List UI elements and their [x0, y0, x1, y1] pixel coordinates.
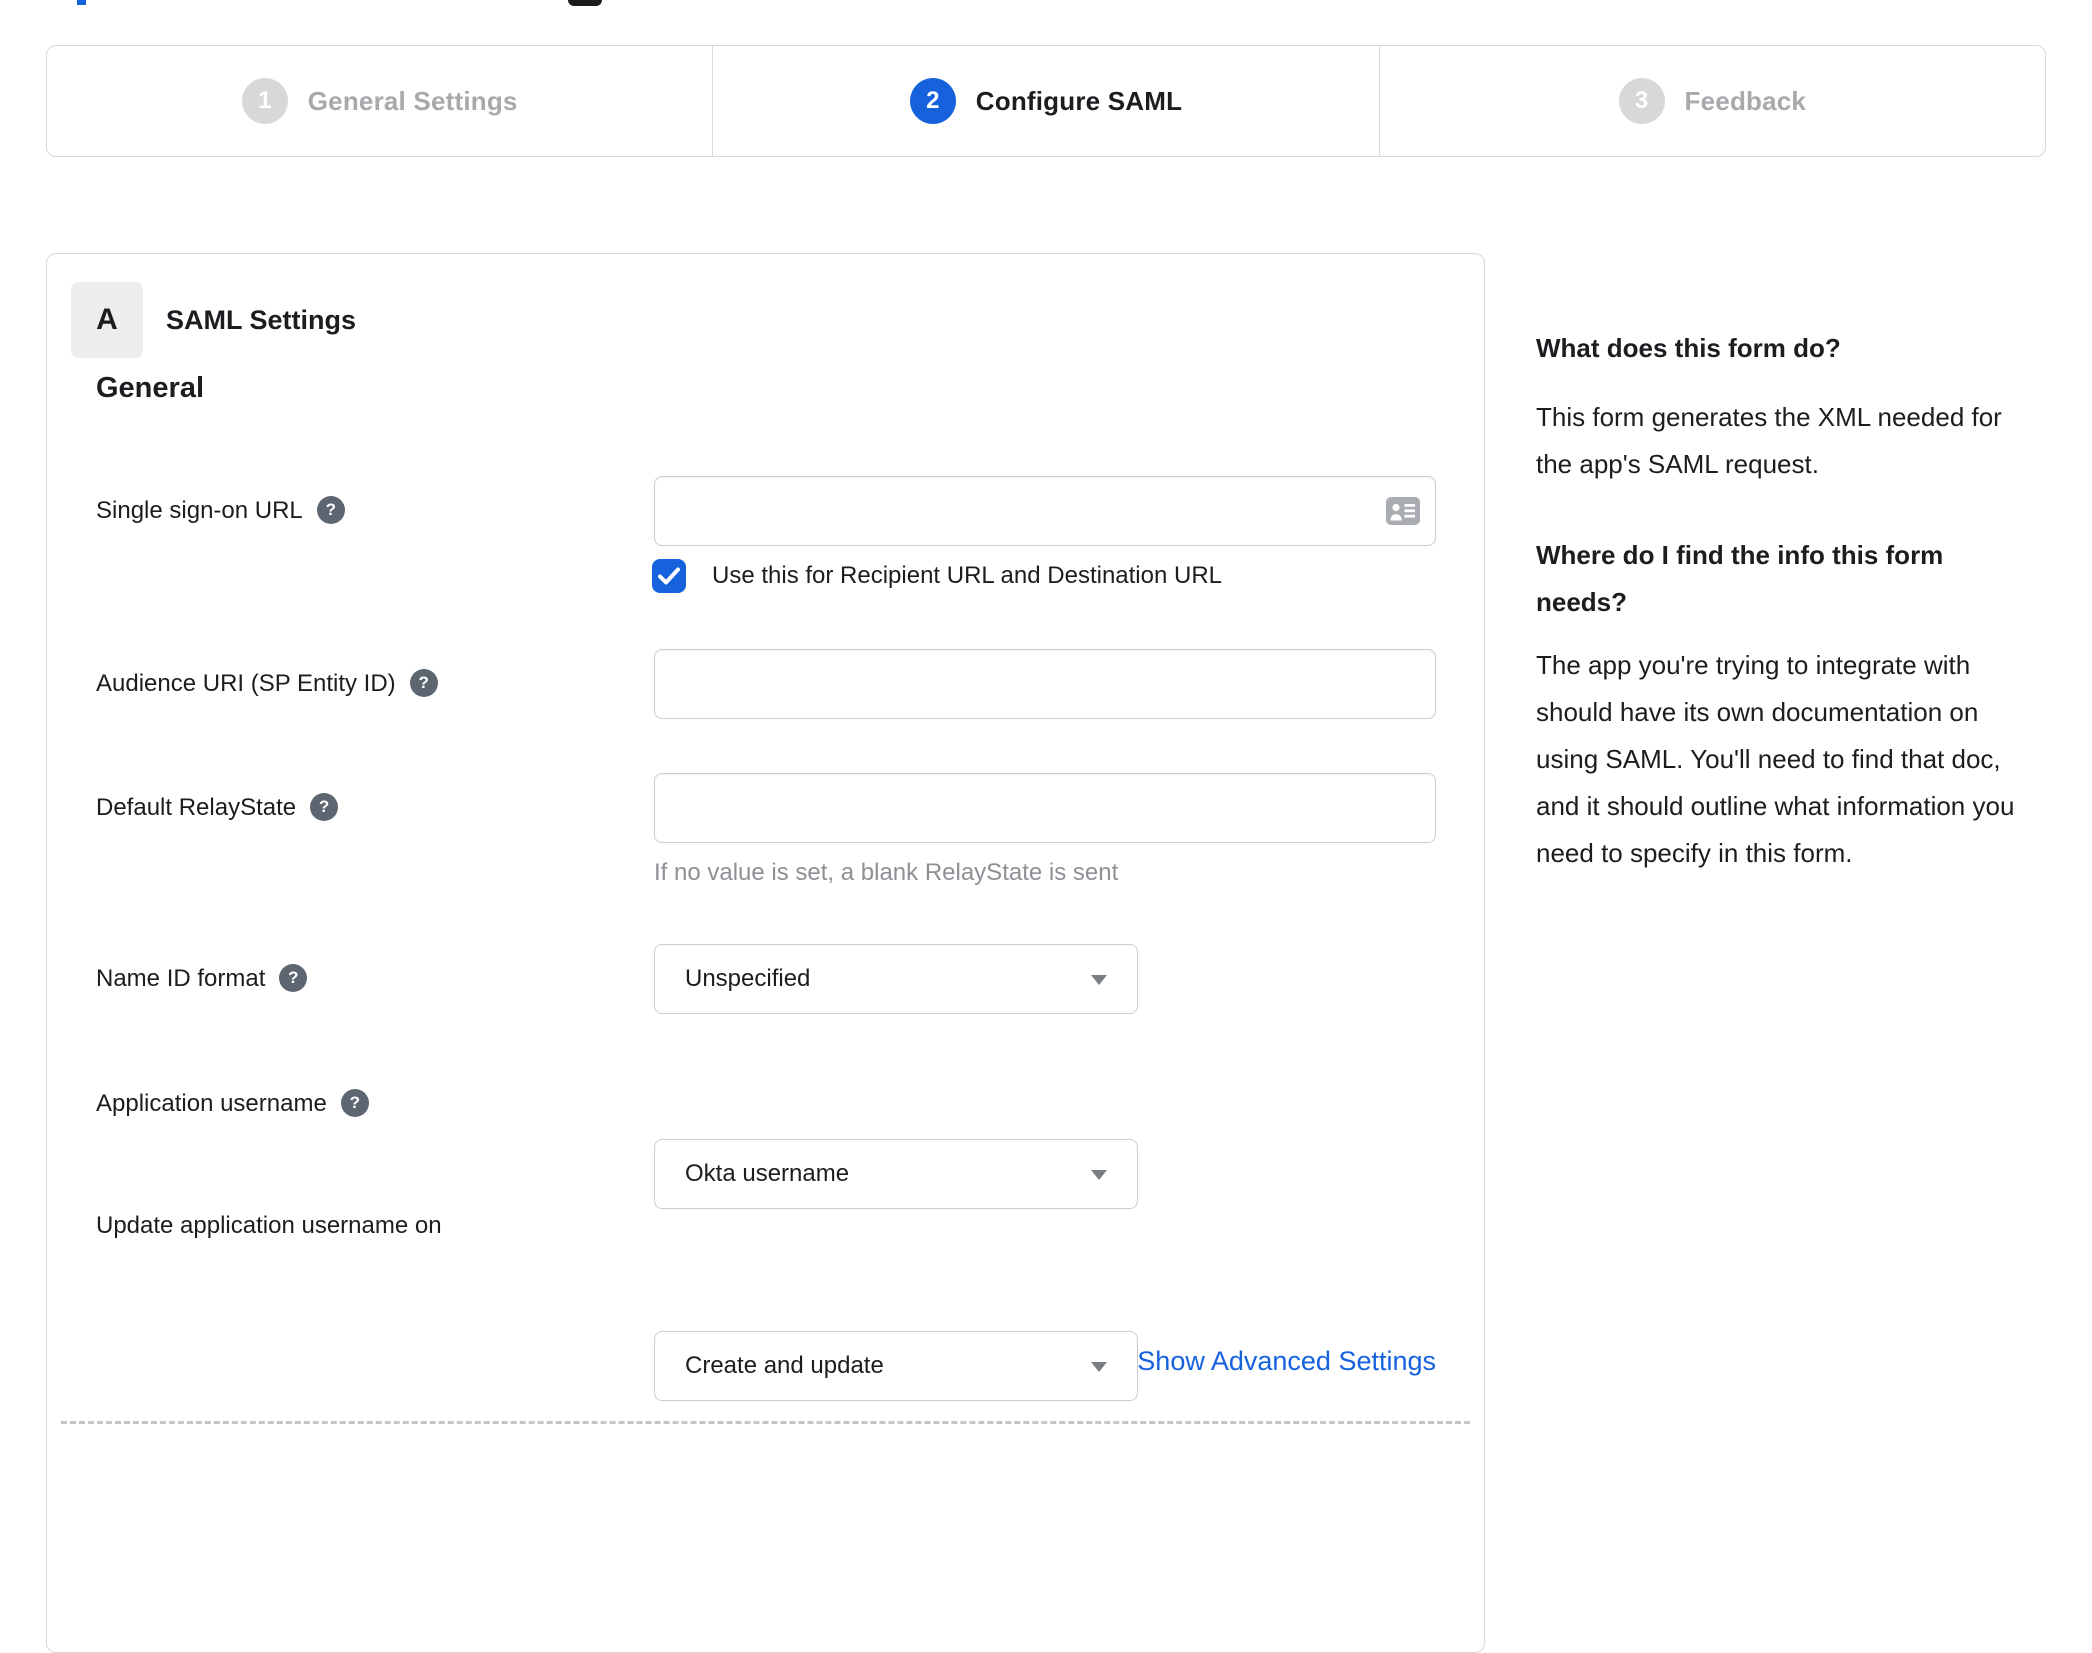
help-section-heading: What does this form do?: [1536, 333, 1841, 363]
step-label: General Settings: [307, 85, 518, 116]
sso-url-help-icon[interactable]: ?: [316, 495, 345, 524]
recipient-url-checkbox-row: Use this for Recipient URL and Destinati…: [652, 559, 1222, 593]
checkmark-icon: [658, 567, 680, 585]
step-feedback[interactable]: 3 Feedback: [1378, 46, 2045, 156]
saml-settings-panel: A SAML Settings General Single sign-on U…: [46, 253, 1485, 1653]
step-label: Configure SAML: [975, 85, 1183, 116]
panel-title: SAML Settings: [166, 305, 357, 335]
cutoff-blue-fragment: [77, 0, 86, 5]
section-a-badge: A: [71, 282, 143, 358]
audience-uri-help-icon[interactable]: ?: [409, 668, 438, 697]
step-number-badge: 2: [909, 78, 956, 124]
general-section-heading: General: [96, 372, 204, 404]
help-section-heading: Where do I find the info this form needs…: [1536, 540, 1944, 617]
sso-url-input[interactable]: [654, 476, 1436, 546]
name-id-format-help-icon[interactable]: ?: [279, 963, 308, 992]
wizard-stepper: 1 General Settings 2 Configure SAML 3 Fe…: [46, 45, 2046, 157]
contact-card-icon[interactable]: [1386, 497, 1420, 530]
chevron-down-icon: [1091, 1170, 1107, 1180]
relay-state-label: Default RelayState?: [96, 773, 641, 843]
name-id-format-label: Name ID format?: [96, 944, 641, 1014]
relay-state-input-wrap: If no value is set, a blank RelayState i…: [654, 773, 1436, 887]
step-general-settings[interactable]: 1 General Settings: [47, 46, 712, 156]
recipient-url-checkbox[interactable]: [652, 559, 686, 593]
step-number-badge: 3: [1618, 78, 1665, 124]
show-advanced-settings-link[interactable]: Show Advanced Settings: [654, 1346, 1436, 1377]
audience-uri-label: Audience URI (SP Entity ID)?: [96, 649, 641, 719]
application-username-value: Okta username: [685, 1160, 850, 1187]
update-username-label: Update application username on: [96, 1212, 442, 1239]
application-username-help-icon[interactable]: ?: [340, 1088, 369, 1117]
application-username-select[interactable]: Okta username: [654, 1139, 1138, 1209]
sso-url-input-wrap: [654, 476, 1436, 546]
relay-state-input[interactable]: [654, 773, 1436, 843]
step-number-badge: 1: [241, 78, 288, 124]
audience-uri-input[interactable]: [654, 649, 1436, 719]
name-id-format-value: Unspecified: [685, 965, 811, 992]
audience-uri-input-wrap: [654, 649, 1436, 719]
recipient-url-checkbox-label[interactable]: Use this for Recipient URL and Destinati…: [712, 562, 1222, 590]
help-sidebar: What does this form do? This form genera…: [1536, 325, 2036, 877]
cutoff-dark-fragment: [568, 0, 602, 6]
name-id-format-select[interactable]: Unspecified: [654, 944, 1138, 1014]
help-section-body: This form generates the XML needed for t…: [1536, 402, 2002, 479]
relay-state-help-icon[interactable]: ?: [310, 792, 339, 821]
relay-state-hint: If no value is set, a blank RelayState i…: [654, 859, 1119, 886]
sso-url-label: Single sign-on URL?: [96, 476, 641, 546]
step-label: Feedback: [1684, 85, 1807, 116]
help-section-body: The app you're trying to integrate with …: [1536, 650, 2015, 868]
step-configure-saml[interactable]: 2 Configure SAML: [712, 46, 1378, 156]
chevron-down-icon: [1091, 975, 1107, 985]
help-section-where: Where do I find the info this form needs…: [1536, 532, 2036, 877]
application-username-label: Application username?: [96, 1069, 641, 1139]
section-dashed-divider: [61, 1421, 1470, 1424]
help-section-what: What does this form do? This form genera…: [1536, 325, 2036, 488]
